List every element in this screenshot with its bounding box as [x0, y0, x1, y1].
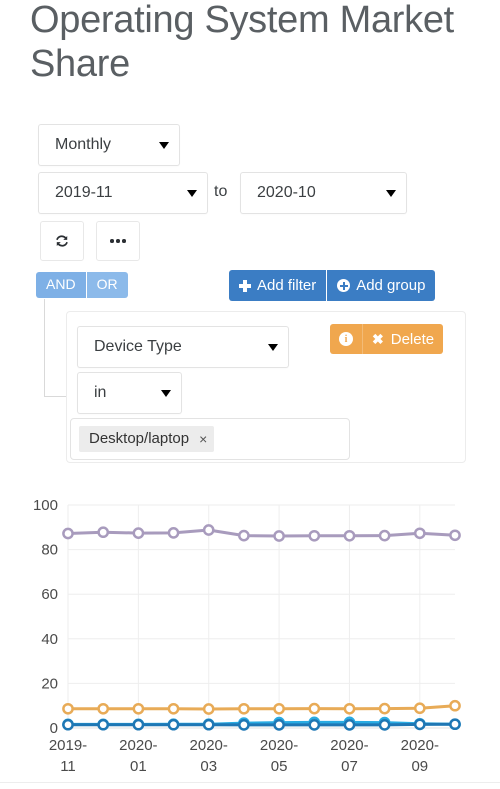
chevron-down-icon [159, 141, 169, 149]
series-line-linux [66, 722, 457, 727]
data-point[interactable] [62, 527, 74, 540]
rule-actions-group: i ✖ Delete [330, 324, 444, 354]
ellipsis-icon [110, 239, 126, 243]
date-from-value: 2019-11 [55, 184, 113, 201]
data-point[interactable] [132, 718, 145, 731]
rule-value-tag[interactable]: Desktop/laptop × [79, 426, 215, 452]
date-range-to-label: to [214, 183, 228, 200]
chevron-down-icon [386, 189, 396, 197]
rule-delete-button[interactable]: ✖ Delete [362, 324, 444, 354]
data-point[interactable] [413, 527, 426, 540]
circle-plus-icon [337, 279, 351, 292]
rule-operator-value: in [94, 384, 107, 401]
data-point[interactable] [308, 529, 321, 542]
data-point[interactable] [167, 718, 180, 731]
data-point[interactable] [132, 702, 145, 715]
add-group-label: Add group [356, 277, 426, 294]
data-point[interactable] [343, 719, 356, 731]
logic-operator-group[interactable]: AND OR [36, 272, 128, 298]
refresh-button[interactable] [40, 221, 84, 261]
filter-actions-group: Add filter Add group [229, 270, 436, 301]
group-connector-elbow [44, 396, 66, 397]
data-point[interactable] [167, 702, 180, 715]
data-point[interactable] [132, 527, 145, 539]
times-icon: ✖ [372, 331, 384, 347]
data-point[interactable] [378, 719, 391, 731]
data-point[interactable] [378, 702, 391, 715]
data-point[interactable] [343, 702, 356, 715]
rule-info-button[interactable]: i [330, 324, 362, 354]
rule-field-value: Device Type [94, 338, 182, 355]
y-axis-tick-label: 40 [41, 631, 58, 648]
market-share-line-chart: 0 20 40 60 80 100 2019-11 2020-01 2020-03 2020-05… [0, 483, 500, 789]
x-axis-tick-label: 2020-01 [119, 737, 157, 775]
data-point[interactable] [449, 699, 461, 712]
series-line-windows [66, 528, 457, 538]
date-from-select[interactable]: 2019-11 [38, 172, 208, 214]
data-point[interactable] [238, 702, 250, 715]
group-connector-line [44, 299, 45, 397]
data-point[interactable] [449, 529, 461, 542]
y-axis-tick-label: 0 [50, 720, 58, 737]
x-axis-tick-label: 2020-09 [401, 737, 439, 775]
more-options-button[interactable] [96, 221, 140, 261]
data-point[interactable] [97, 526, 110, 539]
data-point[interactable] [202, 718, 215, 731]
x-axis-tick-label: 2020-07 [330, 737, 368, 775]
add-filter-button[interactable]: Add filter [229, 270, 327, 301]
data-point[interactable] [238, 719, 250, 731]
data-point[interactable] [238, 529, 250, 542]
data-point[interactable] [308, 702, 321, 715]
chart-svg: 0 20 40 60 80 100 2019-11 2020-01 2020-03 2020-05… [33, 497, 461, 775]
rule-field-select[interactable]: Device Type [77, 326, 289, 368]
plus-icon [239, 279, 251, 292]
period-select-value: Monthly [55, 136, 112, 153]
page-title: Operating System Market Share [30, 0, 454, 85]
period-select[interactable]: Monthly [38, 124, 180, 166]
chevron-down-icon [161, 389, 171, 397]
data-point[interactable] [273, 702, 285, 715]
data-point[interactable] [273, 530, 285, 542]
x-axis-tick-label: 2020-03 [190, 737, 228, 775]
rule-operator-select[interactable]: in [77, 372, 182, 414]
x-axis-tick-label: 2019-11 [49, 737, 87, 775]
logic-and-button[interactable]: AND [36, 272, 86, 298]
y-axis-tick-label: 60 [41, 586, 58, 603]
data-point[interactable] [97, 702, 110, 715]
data-point[interactable] [413, 718, 426, 731]
data-point[interactable] [378, 529, 391, 542]
page-root: Operating System Market Share Monthly 20… [0, 0, 500, 789]
rule-delete-label: Delete [390, 330, 435, 348]
data-point[interactable] [167, 527, 180, 539]
data-point[interactable] [449, 718, 461, 731]
data-point[interactable] [62, 702, 74, 715]
data-point[interactable] [343, 529, 356, 542]
y-axis-tick-label: 20 [41, 675, 58, 692]
data-point[interactable] [273, 719, 285, 731]
x-axis-tick-label: 2020-05 [260, 737, 298, 775]
data-point[interactable] [202, 703, 215, 715]
date-to-value: 2020-10 [257, 184, 316, 201]
bottom-divider [0, 782, 500, 783]
date-to-select[interactable]: 2020-10 [240, 172, 407, 214]
data-point[interactable] [202, 524, 215, 536]
chevron-down-icon [268, 343, 278, 351]
series-line-os-x [66, 704, 457, 711]
chevron-down-icon [187, 189, 197, 197]
data-point[interactable] [308, 719, 321, 731]
data-point[interactable] [62, 718, 74, 731]
add-filter-label: Add filter [257, 277, 317, 294]
refresh-icon [56, 235, 68, 247]
data-point[interactable] [413, 702, 426, 715]
y-axis-tick-label: 80 [41, 542, 58, 559]
info-icon: i [339, 332, 353, 346]
logic-or-button[interactable]: OR [85, 272, 128, 298]
y-axis-tick-label: 100 [33, 497, 58, 514]
add-group-button[interactable]: Add group [326, 270, 436, 301]
rule-value-multiselect[interactable]: Desktop/laptop × [70, 418, 350, 460]
data-point[interactable] [97, 718, 110, 731]
remove-tag-icon[interactable]: × [199, 432, 207, 446]
rule-value-tag-label: Desktop/laptop [89, 430, 190, 447]
